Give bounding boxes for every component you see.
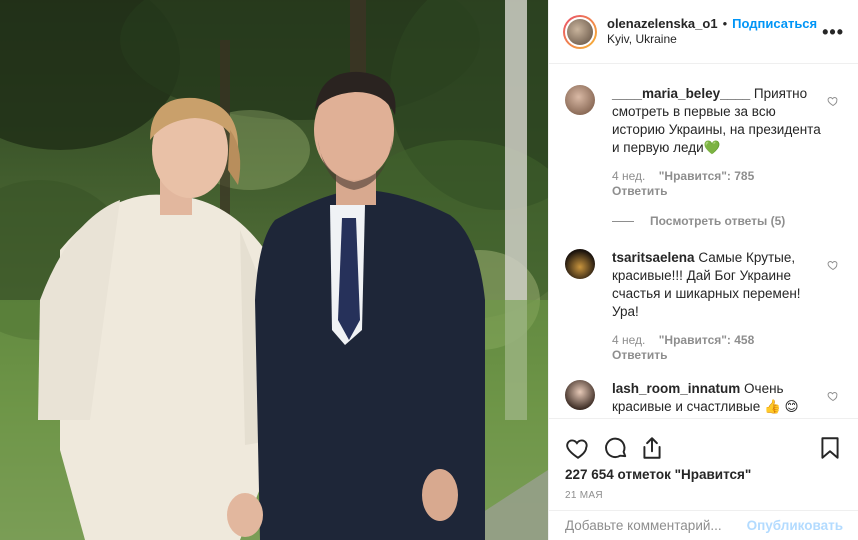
author-info: olenazelenska_o1 • Подписаться Kyiv, Ukr…: [607, 16, 817, 47]
commenter-avatar[interactable]: [565, 380, 595, 410]
commenter-avatar[interactable]: [565, 85, 595, 115]
view-replies-button[interactable]: Посмотреть ответы (5): [612, 214, 785, 228]
post-actions: 227 654 отметок "Нравится" 21 мая: [549, 418, 858, 501]
bookmark-icon[interactable]: [817, 435, 843, 461]
comments-list[interactable]: ____maria_beley____ Приятно смотреть в п…: [549, 65, 858, 415]
post-location[interactable]: Kyiv, Ukraine: [607, 32, 817, 47]
action-icons: [565, 427, 843, 467]
share-icon[interactable]: [639, 435, 665, 461]
separator-dot: •: [722, 15, 728, 31]
comment-item: ____maria_beley____ Приятно смотреть в п…: [565, 85, 843, 199]
photo-illustration: [0, 0, 548, 540]
heart-icon[interactable]: [565, 435, 591, 461]
comment-like-icon[interactable]: [827, 95, 839, 107]
comment-username[interactable]: tsaritsaelena: [612, 250, 695, 265]
view-replies-label: Посмотреть ответы (5): [650, 214, 786, 228]
comment-item: tsaritsaelena Самые Крутые, красивые!!! …: [565, 249, 843, 363]
post-header: olenazelenska_o1 • Подписаться Kyiv, Ukr…: [549, 0, 858, 64]
post-photo[interactable]: [0, 0, 548, 540]
author-username[interactable]: olenazelenska_o1: [607, 16, 718, 32]
comment-input[interactable]: [565, 518, 747, 533]
comment-meta: 4 нед. "Нравится": 785 Ответить: [612, 169, 843, 199]
add-comment-bar: Опубликовать: [549, 510, 858, 540]
comment-time[interactable]: 4 нед.: [612, 333, 645, 347]
more-options-icon[interactable]: •••: [822, 22, 844, 43]
comment-likes[interactable]: "Нравится": 458: [659, 333, 755, 347]
comment-likes[interactable]: "Нравится": 785: [659, 169, 755, 183]
reply-button[interactable]: Ответить: [612, 348, 843, 363]
post-likes-count[interactable]: 227 654 отметок "Нравится": [565, 467, 843, 482]
comment-icon[interactable]: [603, 435, 629, 461]
follow-button[interactable]: Подписаться: [732, 16, 817, 32]
comment-username[interactable]: lash_room_innatum: [612, 381, 740, 396]
post-side-panel: olenazelenska_o1 • Подписаться Kyiv, Ukr…: [548, 0, 858, 540]
comment-like-icon[interactable]: [827, 390, 839, 402]
post-date[interactable]: 21 мая: [565, 490, 843, 501]
author-avatar[interactable]: [563, 14, 597, 49]
comment-like-icon[interactable]: [827, 259, 839, 271]
comment-time[interactable]: 4 нед.: [612, 169, 645, 183]
comment-item: lash_room_innatum Очень красивые и счаст…: [565, 380, 843, 415]
publish-button[interactable]: Опубликовать: [747, 518, 843, 533]
replies-divider: [612, 220, 634, 222]
reply-button[interactable]: Ответить: [612, 184, 843, 199]
comment-meta: 4 нед. "Нравится": 458 Ответить: [612, 333, 843, 363]
comment-username[interactable]: ____maria_beley____: [612, 86, 750, 101]
commenter-avatar[interactable]: [565, 249, 595, 279]
